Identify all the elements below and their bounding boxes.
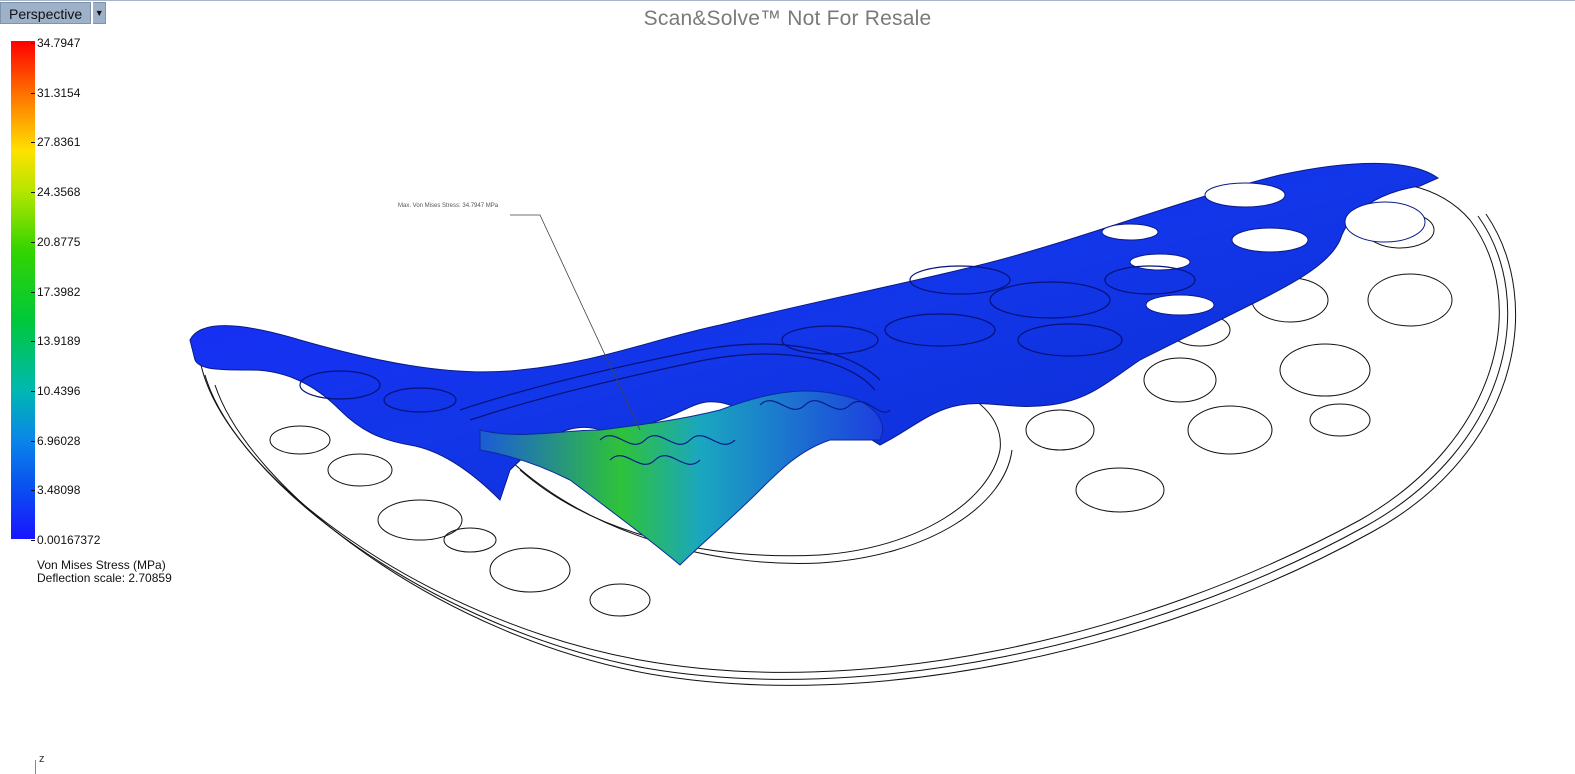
legend-tick-label: 13.9189: [30, 334, 81, 349]
3d-viewport[interactable]: Perspective ▼ Scan&Solve™ Not For Resale: [0, 0, 1575, 774]
legend-tick-label: 24.3568: [30, 185, 81, 200]
legend-tick-label: 20.8775: [30, 234, 81, 249]
stress-surface-top: [189, 162, 1440, 501]
axis-indicator-line: [35, 760, 36, 774]
legend-tick-label: 34.7947: [30, 36, 81, 50]
legend-tick-label: 6.96028: [30, 433, 81, 448]
max-stress-annotation: Max. Von Mises Stress: 34.7947 MPa: [398, 203, 499, 209]
shoe-sole-model[interactable]: [0, 0, 1575, 774]
legend-tick-label: 27.8361: [30, 135, 81, 150]
legend-tick-label: 17.3982: [30, 284, 81, 299]
stress-color-scale: [11, 41, 35, 539]
deflection-scale-label: Deflection scale: 2.70859: [37, 571, 172, 585]
legend-tick-label: 0.00167372: [30, 533, 101, 547]
legend-tick-label: 10.4396: [30, 383, 81, 398]
axis-z-label: z: [39, 753, 45, 765]
legend-tick-label: 31.3154: [30, 85, 81, 100]
legend-tick-label: 3.48098: [30, 483, 81, 498]
